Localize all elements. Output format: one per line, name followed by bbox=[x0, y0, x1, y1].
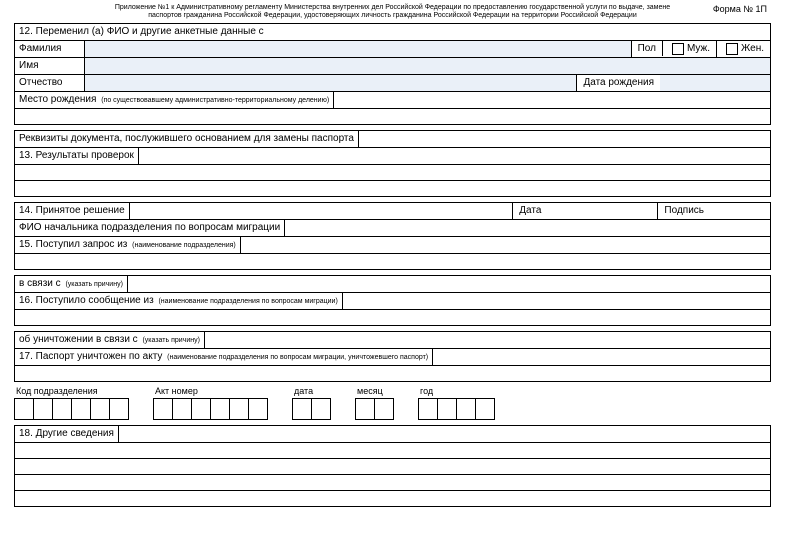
birthplace-extra-row[interactable] bbox=[14, 109, 771, 125]
section17-title-text: 17. Паспорт уничтожен по акту bbox=[19, 351, 162, 362]
patronymic-row: Отчество Дата рождения bbox=[14, 74, 771, 92]
male-option[interactable]: Муж. bbox=[663, 41, 717, 57]
section15-row: 15. Поступил запрос из (наименование под… bbox=[14, 236, 771, 254]
act-group: Акт номер bbox=[153, 386, 268, 420]
name-label: Имя bbox=[15, 58, 85, 74]
section16-destroy-label: об уничтожении в связи с (указать причин… bbox=[15, 332, 205, 348]
surname-field[interactable] bbox=[85, 41, 631, 57]
doc-requisites-field[interactable] bbox=[359, 131, 770, 147]
section16-destroy-field[interactable] bbox=[205, 332, 770, 348]
section14-decision-field[interactable] bbox=[130, 203, 513, 219]
section14-date-label: Дата bbox=[512, 203, 547, 219]
section12-title: 12. Переменил (а) ФИО и другие анкетные … bbox=[19, 26, 264, 37]
section15-extra[interactable] bbox=[14, 254, 771, 270]
section18-extra1[interactable] bbox=[14, 443, 771, 459]
header-line2: паспортов гражданина Российской Федераци… bbox=[14, 12, 771, 20]
sex-group: Пол Муж. Жен. bbox=[631, 41, 770, 57]
dob-label: Дата рождения bbox=[576, 75, 660, 91]
male-label: Муж. bbox=[687, 43, 710, 54]
birthplace-field[interactable] bbox=[334, 92, 770, 108]
section15-reason-sub: (указать причину) bbox=[65, 281, 122, 288]
code-label: Код подразделения bbox=[14, 386, 129, 396]
section13-extra2[interactable] bbox=[14, 181, 771, 197]
act-boxes[interactable] bbox=[153, 398, 268, 420]
surname-row: Фамилия Пол Муж. Жен. bbox=[14, 40, 771, 58]
section16-extra[interactable] bbox=[14, 310, 771, 326]
doc-requisites-label: Реквизиты документа, послужившего основа… bbox=[15, 131, 359, 147]
female-option[interactable]: Жен. bbox=[717, 41, 770, 57]
section12-title-row: 12. Переменил (а) ФИО и другие анкетные … bbox=[14, 23, 771, 41]
section15-title-sub: (наименование подразделения) bbox=[132, 242, 236, 249]
section17-field[interactable] bbox=[433, 349, 770, 365]
patronymic-field[interactable] bbox=[85, 75, 576, 91]
section15-reason-row: в связи с (указать причину) bbox=[14, 275, 771, 293]
birthplace-row: Место рождения (по существовавшему админ… bbox=[14, 91, 771, 109]
female-checkbox[interactable] bbox=[726, 43, 738, 55]
section16-title-text: 16. Поступило сообщение из bbox=[19, 295, 154, 306]
female-label: Жен. bbox=[741, 43, 764, 54]
section15-reason-label: в связи с (указать причину) bbox=[15, 276, 128, 292]
section15-reason-field[interactable] bbox=[128, 276, 770, 292]
surname-label: Фамилия bbox=[15, 41, 85, 57]
section13-row: 13. Результаты проверок bbox=[14, 147, 771, 165]
section13-extra1[interactable] bbox=[14, 165, 771, 181]
section14-fio-field[interactable] bbox=[285, 220, 770, 236]
month-group: месяц bbox=[355, 386, 394, 420]
section16-title: 16. Поступило сообщение из (наименование… bbox=[15, 293, 343, 309]
section18-title: 18. Другие сведения bbox=[15, 426, 119, 442]
section18-extra2[interactable] bbox=[14, 459, 771, 475]
date-label: дата bbox=[292, 386, 331, 396]
doc-requisites-row: Реквизиты документа, послужившего основа… bbox=[14, 130, 771, 148]
section17-extra[interactable] bbox=[14, 366, 771, 382]
form-number: Форма № 1П bbox=[713, 4, 767, 14]
section18-extra3[interactable] bbox=[14, 475, 771, 491]
code-boxes-row: Код подразделения Акт номер дата месяц г… bbox=[14, 386, 771, 420]
section17-title-sub: (наименование подразделения по вопросам … bbox=[167, 354, 428, 361]
date-group: дата bbox=[292, 386, 331, 420]
section14-row: 14. Принятое решение Дата Подпись bbox=[14, 202, 771, 220]
section16-field[interactable] bbox=[343, 293, 770, 309]
section18-field[interactable] bbox=[119, 426, 770, 442]
section16-row: 16. Поступило сообщение из (наименование… bbox=[14, 292, 771, 310]
male-checkbox[interactable] bbox=[672, 43, 684, 55]
name-row: Имя bbox=[14, 57, 771, 75]
sex-label: Пол bbox=[632, 41, 663, 56]
section13-title: 13. Результаты проверок bbox=[15, 148, 139, 164]
section18-row: 18. Другие сведения bbox=[14, 425, 771, 443]
year-label: год bbox=[418, 386, 495, 396]
patronymic-label: Отчество bbox=[15, 75, 85, 91]
code-group: Код подразделения bbox=[14, 386, 129, 420]
section18-extra4[interactable] bbox=[14, 491, 771, 507]
birthplace-label-text: Место рождения bbox=[19, 94, 96, 105]
section16-destroy-text: об уничтожении в связи с bbox=[19, 334, 138, 345]
act-label: Акт номер bbox=[153, 386, 268, 396]
year-group: год bbox=[418, 386, 495, 420]
section16-destroy-sub: (указать причину) bbox=[142, 337, 199, 344]
section13-field[interactable] bbox=[139, 148, 770, 164]
month-label: месяц bbox=[355, 386, 394, 396]
section14-fio-row: ФИО начальника подразделения по вопросам… bbox=[14, 219, 771, 237]
section14-sign-label: Подпись bbox=[657, 203, 710, 219]
dob-field[interactable] bbox=[660, 75, 770, 91]
section14-date-field[interactable] bbox=[547, 203, 657, 219]
section15-title-text: 15. Поступил запрос из bbox=[19, 239, 127, 250]
section17-title: 17. Паспорт уничтожен по акту (наименова… bbox=[15, 349, 433, 365]
code-boxes[interactable] bbox=[14, 398, 129, 420]
section15-field[interactable] bbox=[241, 237, 770, 253]
birthplace-sub: (по существовавшему административно-терр… bbox=[101, 97, 329, 104]
section14-title: 14. Принятое решение bbox=[15, 203, 130, 219]
section17-row: 17. Паспорт уничтожен по акту (наименова… bbox=[14, 348, 771, 366]
name-field[interactable] bbox=[85, 58, 770, 74]
date-boxes[interactable] bbox=[292, 398, 331, 420]
month-boxes[interactable] bbox=[355, 398, 394, 420]
section14-fio-label: ФИО начальника подразделения по вопросам… bbox=[15, 220, 285, 236]
section16-destroy-row: об уничтожении в связи с (указать причин… bbox=[14, 331, 771, 349]
section16-title-sub: (наименование подразделения по вопросам … bbox=[158, 298, 337, 305]
section15-title: 15. Поступил запрос из (наименование под… bbox=[15, 237, 241, 253]
year-boxes[interactable] bbox=[418, 398, 495, 420]
section15-reason-text: в связи с bbox=[19, 278, 61, 289]
birthplace-label: Место рождения (по существовавшему админ… bbox=[15, 92, 334, 108]
section14-sign-field[interactable] bbox=[710, 203, 770, 219]
